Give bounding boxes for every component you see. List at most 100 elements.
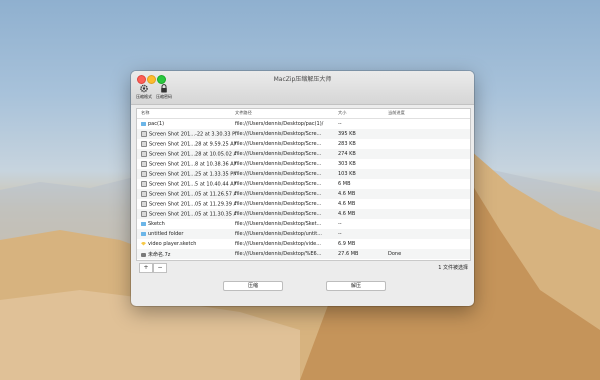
file-table: 名称 文件路径 大小 当前进度 pac(1) file:///Users/denn… xyxy=(136,108,471,261)
cell-size: 6.9 MB xyxy=(338,241,356,247)
cell-name-text: video player.sketch xyxy=(148,241,197,247)
cell-name: 未命名.7z xyxy=(141,251,236,258)
image-icon xyxy=(141,131,147,137)
gear-icon xyxy=(140,84,148,93)
compress-format-label: 压缩格式 xyxy=(136,94,152,99)
cell-size: 6 MB xyxy=(338,181,351,187)
cell-path: file:///Users/dennis/Desktop/Scre... xyxy=(235,201,322,207)
table-row[interactable]: video player.sketch file:///Users/dennis/… xyxy=(137,239,470,249)
cell-name: Screen Shot 201...28 at 10.05.02 AM xyxy=(141,151,236,158)
table-row[interactable]: Screen Shot 201...05 at 11.26.57 AM file:… xyxy=(137,189,470,199)
cell-name: Screen Shot 201...05 at 11.26.57 AM xyxy=(141,191,236,198)
cell-name: Sketch xyxy=(141,221,236,227)
add-file-button[interactable]: + xyxy=(139,263,153,273)
cell-name-text: 未命名.7z xyxy=(148,252,171,258)
cell-name: Screen Shot 201...05 at 11.29.39 AM xyxy=(141,201,236,208)
cell-name-text: Screen Shot 201...25 at 1.33.35 PM xyxy=(149,171,236,178)
cell-size: 303 KB xyxy=(338,161,356,167)
cell-size: -- xyxy=(338,231,342,237)
cell-path: file:///Users/dennis/Desktop/untit... xyxy=(235,231,323,237)
cell-size: 4.6 MB xyxy=(338,191,356,197)
image-icon xyxy=(141,211,147,217)
cell-name: video player.sketch xyxy=(141,241,236,247)
column-header-progress[interactable]: 当前进度 xyxy=(388,110,405,116)
table-row[interactable]: Screen Shot 201...8 at 10.38.36 AM file:/… xyxy=(137,159,470,169)
cell-name-text: Screen Shot 201...28 at 9.59.25 AM xyxy=(149,141,236,148)
table-row[interactable]: Sketch file:///Users/dennis/Desktop/Sket.… xyxy=(137,219,470,229)
cell-path: file:///Users/dennis/Desktop/Scre... xyxy=(235,211,322,217)
image-icon xyxy=(141,161,147,167)
table-row[interactable]: Screen Shot 201...5 at 10.40.44 AM file:/… xyxy=(137,179,470,189)
cell-name-text: Screen Shot 201...28 at 10.05.02 AM xyxy=(149,151,236,158)
cell-name: Screen Shot 201...28 at 9.59.25 AM xyxy=(141,141,236,148)
column-header-size[interactable]: 大小 xyxy=(338,110,346,116)
cell-size: 103 KB xyxy=(338,171,356,177)
cell-name-text: Screen Shot 201...05 at 11.26.57 AM xyxy=(149,191,236,198)
image-icon xyxy=(141,141,147,147)
cell-status: Done xyxy=(388,251,402,257)
cell-path: file:///Users/dennis/Desktop/vide... xyxy=(235,241,321,247)
cell-name-text: Screen Shot 201...05 at 11.30.35 AM xyxy=(149,211,236,218)
cell-name-text: pac(1) xyxy=(148,121,165,127)
table-row[interactable]: Screen Shot 201...05 at 11.29.39 AM file:… xyxy=(137,199,470,209)
cell-size: 283 KB xyxy=(338,141,356,147)
cell-name: Screen Shot 201...25 at 1.33.35 PM xyxy=(141,171,236,178)
cell-size: 4.6 MB xyxy=(338,201,356,207)
folder-icon xyxy=(141,121,146,126)
image-icon xyxy=(141,201,147,207)
compress-format-tool[interactable]: 压缩格式 xyxy=(133,84,155,100)
sketch-icon xyxy=(141,241,146,246)
cell-name: untitled folder xyxy=(141,231,236,237)
zip-icon xyxy=(141,252,146,257)
table-header: 名称 文件路径 大小 当前进度 xyxy=(137,109,470,119)
image-icon xyxy=(141,181,147,187)
column-header-path[interactable]: 文件路径 xyxy=(235,110,252,116)
remove-file-button[interactable]: − xyxy=(153,263,167,273)
title-bar: MacZip压缩解压大师 压缩格式 压缩密码 xyxy=(131,71,474,105)
table-row[interactable]: Screen Shot 201...25 at 1.33.35 PM file:/… xyxy=(137,169,470,179)
compress-password-label: 压缩密码 xyxy=(156,94,172,99)
table-row[interactable]: Screen Shot 201...-22 at 3.30.33 PM file:… xyxy=(137,129,470,139)
cell-name: pac(1) xyxy=(141,121,236,127)
table-row[interactable]: Screen Shot 201...05 at 11.30.35 AM file:… xyxy=(137,209,470,219)
image-icon xyxy=(141,151,147,157)
column-header-name[interactable]: 名称 xyxy=(141,110,149,116)
selection-count: 1 文件被选择 xyxy=(438,265,468,271)
lock-icon xyxy=(161,84,167,93)
image-icon xyxy=(141,171,147,177)
table-row[interactable]: Screen Shot 201...28 at 10.05.02 AM file:… xyxy=(137,149,470,159)
cell-name-text: Screen Shot 201...8 at 10.38.36 AM xyxy=(149,161,236,168)
extract-button[interactable]: 解压 xyxy=(326,281,386,291)
folder-icon xyxy=(141,231,146,236)
cell-name: Screen Shot 201...05 at 11.30.35 AM xyxy=(141,211,236,218)
cell-size: 27.6 MB xyxy=(338,251,359,257)
cell-path: file:///Users/dennis/Desktop/%E6... xyxy=(235,251,322,257)
cell-path: file:///Users/dennis/Desktop/Scre... xyxy=(235,181,322,187)
compress-password-tool[interactable]: 压缩密码 xyxy=(153,84,175,100)
image-icon xyxy=(141,191,147,197)
cell-name: Screen Shot 201...-22 at 3.30.33 PM xyxy=(141,131,236,138)
cell-path: file:///Users/dennis/Desktop/Scre... xyxy=(235,191,322,197)
maczip-window: MacZip压缩解压大师 压缩格式 压缩密码 名称 文件路径 大小 当前进度 p… xyxy=(131,71,474,306)
cell-name-text: Sketch xyxy=(148,221,165,227)
cell-path: file:///Users/dennis/Desktop/Scre... xyxy=(235,131,322,137)
cell-path: file:///Users/dennis/Desktop/pac(1)/ xyxy=(235,121,324,127)
cell-name-text: untitled folder xyxy=(148,231,184,237)
cell-size: -- xyxy=(338,221,342,227)
folder-icon xyxy=(141,221,146,226)
cell-name: Screen Shot 201...8 at 10.38.36 AM xyxy=(141,161,236,168)
table-row[interactable]: pac(1) file:///Users/dennis/Desktop/pac(1… xyxy=(137,119,470,129)
cell-path: file:///Users/dennis/Desktop/Scre... xyxy=(235,151,322,157)
cell-path: file:///Users/dennis/Desktop/Scre... xyxy=(235,161,322,167)
compress-button[interactable]: 压缩 xyxy=(223,281,283,291)
table-row[interactable]: untitled folder file:///Users/dennis/Desk… xyxy=(137,229,470,239)
cell-size: 274 KB xyxy=(338,151,356,157)
cell-name-text: Screen Shot 201...05 at 11.29.39 AM xyxy=(149,201,236,208)
cell-path: file:///Users/dennis/Desktop/Scre... xyxy=(235,171,322,177)
cell-size: -- xyxy=(338,121,342,127)
table-row[interactable]: Screen Shot 201...28 at 9.59.25 AM file:/… xyxy=(137,139,470,149)
cell-name: Screen Shot 201...5 at 10.40.44 AM xyxy=(141,181,236,188)
cell-name-text: Screen Shot 201...5 at 10.40.44 AM xyxy=(149,181,236,188)
table-row[interactable]: 未命名.7z file:///Users/dennis/Desktop/%E6..… xyxy=(137,249,470,259)
cell-name-text: Screen Shot 201...-22 at 3.30.33 PM xyxy=(149,131,236,138)
